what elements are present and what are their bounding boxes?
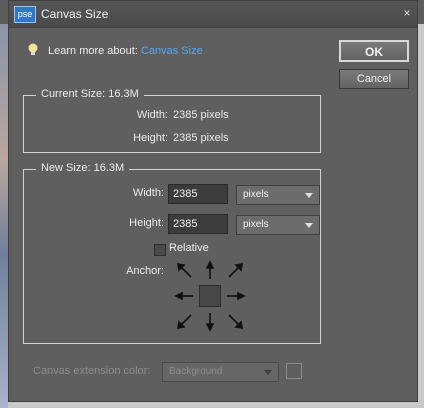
- canvas-size-dialog: pse Canvas Size × Learn more about: Canv…: [8, 0, 418, 402]
- relative-checkbox[interactable]: [154, 244, 166, 256]
- background-right-edge: [418, 24, 424, 408]
- height-unit-select[interactable]: pixels: [236, 215, 320, 235]
- background-bottom-edge: [8, 402, 418, 408]
- help-link[interactable]: Canvas Size: [141, 45, 203, 57]
- extension-color-swatch[interactable]: [286, 363, 302, 379]
- ok-button[interactable]: OK: [339, 40, 409, 62]
- close-icon[interactable]: ×: [401, 6, 413, 20]
- lightbulb-icon: [28, 43, 38, 55]
- extension-color-value: Background: [169, 366, 223, 377]
- chevron-down-icon: [305, 223, 313, 228]
- title-bar[interactable]: pse Canvas Size ×: [9, 1, 417, 28]
- height-unit-value: pixels: [243, 219, 269, 230]
- anchor-grid: [174, 260, 246, 332]
- current-width-label: Width:: [136, 109, 168, 121]
- new-height-label: Height:: [129, 217, 164, 229]
- new-size-group: New Size: 16.3M Width: 2385 pixels Heigh…: [23, 162, 321, 344]
- background-canvas-edge: [0, 24, 8, 408]
- new-size-legend: New Size: 16.3M: [36, 162, 130, 174]
- extension-color-label: Canvas extension color:: [33, 365, 151, 377]
- dialog-title: Canvas Size: [41, 7, 109, 21]
- chevron-down-icon: [264, 370, 272, 375]
- app-icon: pse: [14, 6, 36, 23]
- current-height-label: Height:: [133, 132, 168, 144]
- width-input[interactable]: 2385: [168, 184, 228, 204]
- current-size-group: Current Size: 16.3M Width: 2385 pixels H…: [23, 88, 321, 153]
- extension-color-select[interactable]: Background: [162, 362, 279, 382]
- relative-label[interactable]: Relative: [169, 242, 209, 254]
- width-unit-select[interactable]: pixels: [236, 185, 320, 205]
- anchor-label: Anchor:: [126, 265, 164, 277]
- width-unit-value: pixels: [243, 189, 269, 200]
- help-text: Learn more about: Canvas Size: [48, 45, 203, 57]
- height-input[interactable]: 2385: [168, 214, 228, 234]
- help-prefix: Learn more about:: [48, 45, 138, 57]
- current-size-legend: Current Size: 16.3M: [36, 88, 144, 100]
- cancel-button[interactable]: Cancel: [339, 69, 409, 89]
- chevron-down-icon: [305, 193, 313, 198]
- current-height-value: 2385 pixels: [173, 132, 229, 144]
- new-width-label: Width:: [132, 187, 164, 199]
- current-width-value: 2385 pixels: [173, 109, 229, 121]
- anchor-arrows-icon: [174, 260, 246, 332]
